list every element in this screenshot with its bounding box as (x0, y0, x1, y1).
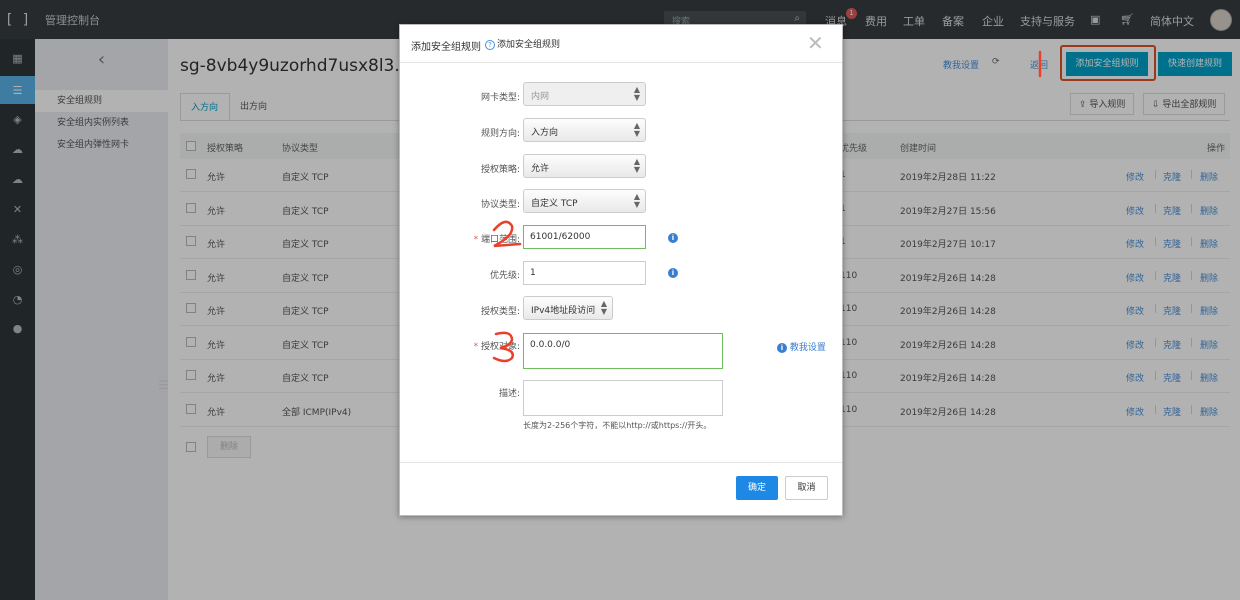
select-arrows-icon: ▲ ▼ (633, 157, 640, 174)
add-rule-dialog: 添加安全组规则 ? 添加安全组规则 ✕ 网卡类型: 内网 ▲ ▼ 规则方向: 入方向 ▲… (399, 24, 843, 516)
help-label: 添加安全组规则 (497, 40, 561, 50)
policy-select[interactable]: 允许 ▲ ▼ (523, 154, 646, 178)
info-icon: i (777, 343, 787, 353)
dialog-footer-divider (400, 462, 842, 463)
nic-type-label: 网卡类型: (480, 93, 520, 103)
auth-type-value: IPv4地址段访问 (531, 306, 596, 316)
auth-teach-link[interactable]: i 教我设置 (777, 340, 826, 353)
confirm-button[interactable]: 确定 (736, 476, 778, 500)
question-icon: ? (485, 40, 495, 50)
description-textarea[interactable] (523, 380, 723, 416)
auth-teach-label: 教我设置 (789, 343, 826, 353)
help-link[interactable]: ? 添加安全组规则 (485, 37, 560, 50)
port-range-label: * 端口范围: (473, 235, 520, 245)
protocol-select[interactable]: 自定义 TCP ▲ ▼ (523, 189, 646, 213)
nic-type-select[interactable]: 内网 ▲ ▼ (523, 82, 646, 106)
port-range-label-text: 端口范围: (480, 235, 520, 245)
nic-type-value: 内网 (531, 92, 550, 102)
sidebar-collapse-icon[interactable]: ☰ (158, 378, 169, 392)
protocol-value: 自定义 TCP (531, 199, 578, 209)
dialog-header: 添加安全组规则 ? 添加安全组规则 ✕ (400, 25, 842, 63)
direction-label: 规则方向: (480, 129, 520, 139)
priority-input[interactable]: 1 (523, 261, 646, 285)
priority-label: 优先级: (489, 271, 520, 281)
policy-label: 授权策略: (480, 165, 520, 175)
dialog-title: 添加安全组规则 (411, 42, 481, 53)
select-arrows-icon: ▲ ▼ (633, 121, 640, 138)
auth-object-label-text: 授权对象: (480, 342, 520, 352)
policy-value: 允许 (531, 164, 550, 174)
priority-info-icon[interactable]: i (668, 268, 678, 278)
description-hint: 长度为2-256个字符，不能以http://或https://开头。 (523, 421, 712, 430)
protocol-label: 协议类型: (480, 200, 520, 210)
cancel-button[interactable]: 取消 (785, 476, 828, 500)
port-info-icon[interactable]: i (668, 233, 678, 243)
close-icon[interactable]: ✕ (807, 31, 824, 55)
select-arrows-icon: ▲ ▼ (633, 192, 640, 209)
auth-type-label: 授权类型: (480, 307, 520, 317)
description-label: 描述: (498, 389, 520, 399)
auth-type-select[interactable]: IPv4地址段访问 ▲ ▼ (523, 296, 613, 320)
auth-object-textarea[interactable]: 0.0.0.0/0 (523, 333, 723, 369)
port-range-input[interactable]: 61001/62000 (523, 225, 646, 249)
direction-value: 入方向 (531, 128, 559, 138)
auth-object-label: * 授权对象: (473, 342, 520, 352)
select-arrows-icon: ▲ ▼ (633, 85, 640, 102)
direction-select[interactable]: 入方向 ▲ ▼ (523, 118, 646, 142)
select-arrows-icon: ▲ ▼ (600, 299, 607, 316)
